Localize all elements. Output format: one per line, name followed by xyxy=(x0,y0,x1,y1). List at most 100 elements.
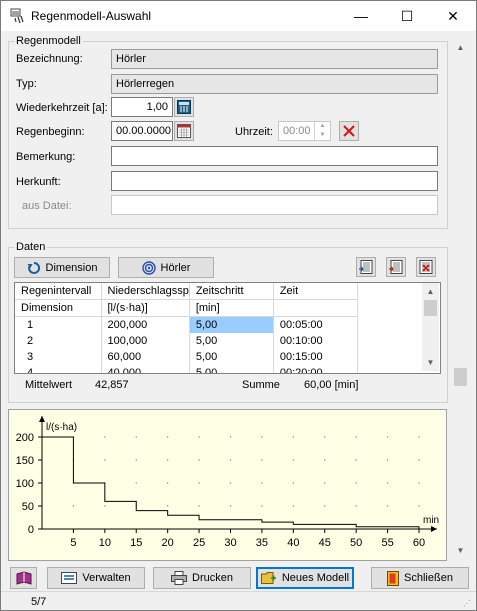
grid-dot xyxy=(229,505,232,507)
table-row[interactable]: 3 60,000 5,00 00:15:00 xyxy=(15,349,358,365)
ausdatei-label: aus Datei: xyxy=(22,200,72,212)
data-table[interactable]: Regenintervall Niederschlagssp Zeitschri… xyxy=(14,282,441,374)
clear-date-button[interactable] xyxy=(339,121,359,141)
manage-form-icon xyxy=(61,572,78,584)
grid-dot xyxy=(324,459,326,461)
grid-dot xyxy=(355,505,357,507)
y-tick-label: 200 xyxy=(16,432,34,444)
verwalten-button-label: Verwalten xyxy=(82,572,131,584)
unit-cell xyxy=(273,299,358,317)
table-cell[interactable]: 4 xyxy=(15,365,102,373)
table-cell[interactable]: 200,000 xyxy=(101,316,190,333)
window-scrollbar[interactable]: ▲ ▼ xyxy=(452,39,469,559)
table-cell[interactable]: 00:10:00 xyxy=(273,333,358,349)
x-tick-label: 60 xyxy=(413,537,425,549)
column-header[interactable]: Regenintervall xyxy=(15,283,102,300)
grid-dot xyxy=(261,459,263,461)
grid-dot xyxy=(229,459,232,461)
table-scroll-up-icon[interactable]: ▲ xyxy=(422,283,439,300)
table-row[interactable]: 1 200,000 5,00 00:05:00 xyxy=(15,316,358,333)
column-header[interactable]: Zeitschritt xyxy=(189,283,274,300)
x-tick-label: 30 xyxy=(224,537,236,549)
x-tick-label: 10 xyxy=(99,537,111,549)
dimension-button[interactable]: Dimension xyxy=(14,257,110,278)
table-cell[interactable]: 00:05:00 xyxy=(273,316,358,333)
uhrzeit-spinner[interactable]: ▲ ▼ xyxy=(314,122,330,140)
grid-dot xyxy=(166,482,169,484)
grid-dot xyxy=(135,482,137,484)
table-cell[interactable]: 40,000 xyxy=(101,365,190,373)
x-tick-label: 45 xyxy=(319,537,331,549)
delete-rows-button[interactable] xyxy=(416,257,436,277)
table-scrollbar[interactable]: ▲ ▼ xyxy=(422,283,439,371)
table-cell[interactable]: 5,00 xyxy=(189,333,274,349)
scroll-thumb[interactable] xyxy=(454,368,467,386)
calendar-button[interactable] xyxy=(174,121,194,141)
hoerler-button[interactable]: Hörler xyxy=(118,257,214,278)
close-window-button[interactable]: ✕ xyxy=(430,1,476,31)
mittelwert-label: Mittelwert xyxy=(25,379,73,391)
table-cell[interactable]: 5,00 xyxy=(189,349,274,365)
column-header[interactable]: Zeit xyxy=(273,283,358,300)
record-counter: 5/7 xyxy=(31,596,47,608)
grid-dot xyxy=(418,482,420,484)
import-button[interactable] xyxy=(356,257,376,277)
printer-icon xyxy=(171,571,188,585)
scroll-up-arrow-icon[interactable]: ▲ xyxy=(452,39,469,56)
wiederkehrzeit-input[interactable]: 1,00 xyxy=(111,97,173,117)
drucken-button[interactable]: Drucken xyxy=(153,567,251,589)
scroll-down-arrow-icon[interactable]: ▼ xyxy=(452,542,469,559)
table-cell[interactable]: 3 xyxy=(15,349,102,365)
table-scroll-down-icon[interactable]: ▼ xyxy=(422,354,439,371)
x-axis-label: min xyxy=(423,515,439,526)
herkunft-label: Herkunft: xyxy=(16,176,61,188)
table-row[interactable]: 4 40,000 5,00 00:20:00 xyxy=(15,365,358,373)
bemerkung-input[interactable] xyxy=(111,146,438,166)
table-header-row: Regenintervall Niederschlagssp Zeitschri… xyxy=(15,283,358,300)
regenmodell-legend: Regenmodell xyxy=(16,35,81,47)
grid-dot xyxy=(292,459,295,461)
table-cell[interactable]: 1 xyxy=(15,316,102,333)
export-button[interactable] xyxy=(386,257,406,277)
summe-value: 60,00 [min] xyxy=(304,379,359,391)
schliessen-button[interactable]: Schließen xyxy=(371,567,469,589)
verwalten-button[interactable]: Verwalten xyxy=(47,567,145,589)
herkunft-input[interactable] xyxy=(111,171,438,191)
unit-cell: [min] xyxy=(189,299,274,317)
ausdatei-input[interactable] xyxy=(111,195,438,215)
table-cell[interactable]: 60,000 xyxy=(101,349,190,365)
maximize-button[interactable]: ☐ xyxy=(384,1,430,31)
table-cell[interactable]: 100,000 xyxy=(101,333,190,349)
table-scroll-thumb[interactable] xyxy=(424,300,437,316)
grid-dot xyxy=(166,459,169,461)
book-button[interactable] xyxy=(10,567,37,589)
neues-modell-button[interactable]: Neues Modell xyxy=(256,567,354,589)
table-cell[interactable]: 00:20:00 xyxy=(273,365,358,373)
grid-dot xyxy=(292,436,295,438)
size-grip-icon[interactable]: ⋰ xyxy=(463,599,473,609)
column-header[interactable]: Niederschlagssp xyxy=(101,283,190,300)
uhrzeit-label: Uhrzeit: xyxy=(235,126,273,138)
exit-door-icon xyxy=(387,570,400,586)
import-table-icon xyxy=(359,260,373,274)
grid-dot xyxy=(418,436,420,438)
calculator-button[interactable] xyxy=(174,97,194,117)
grid-dot xyxy=(166,505,169,507)
selected-cell[interactable]: 5,00 xyxy=(189,316,274,333)
bemerkung-label: Bemerkung: xyxy=(16,151,76,163)
minimize-button[interactable]: — xyxy=(338,1,384,31)
bezeichnung-label: Bezeichnung: xyxy=(16,53,83,65)
typ-field: Hörlerregen xyxy=(111,74,438,94)
table-cell[interactable]: 5,00 xyxy=(189,365,274,373)
regenbeginn-input[interactable]: 00.00.0000 xyxy=(111,121,173,141)
table-cell[interactable]: 00:15:00 xyxy=(273,349,358,365)
wiederkehrzeit-label: Wiederkehrzeit [a]: xyxy=(16,102,108,114)
schliessen-button-label: Schließen xyxy=(404,572,453,584)
new-folder-icon xyxy=(260,572,276,584)
y-tick-label: 50 xyxy=(22,501,34,513)
mittelwert-value: 42,857 xyxy=(95,379,129,391)
table-cell[interactable]: 2 xyxy=(15,333,102,349)
bezeichnung-field: Hörler xyxy=(111,49,438,69)
table-row[interactable]: 2 100,000 5,00 00:10:00 xyxy=(15,333,358,349)
grid-dot xyxy=(386,459,389,461)
